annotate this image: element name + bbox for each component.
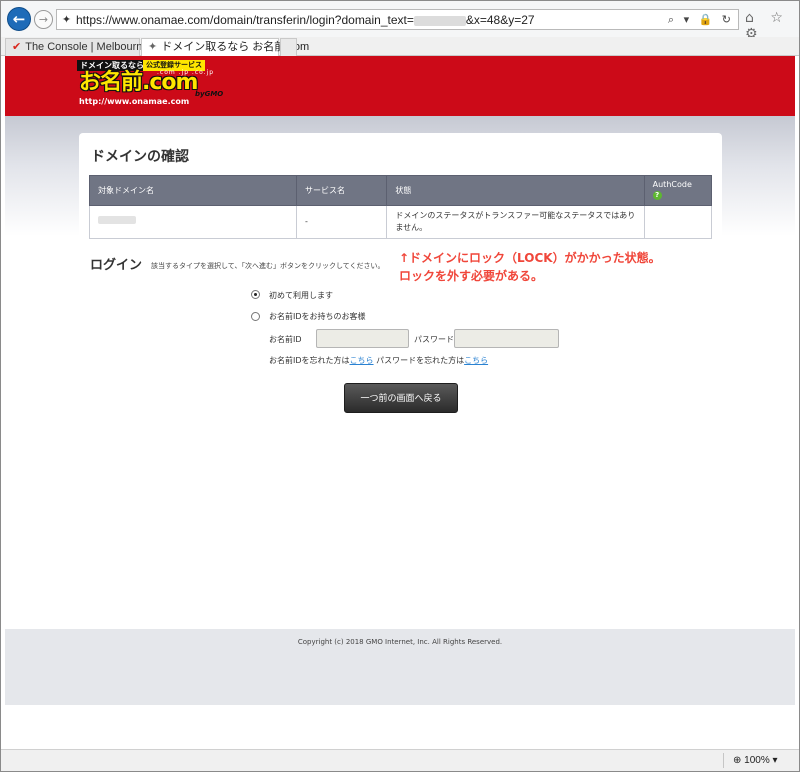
content-panel: ドメインの確認 対象ドメイン名 サービス名 状態 AuthCode? - ドメイ… — [79, 133, 722, 629]
annotation-line-2: ロックを外す必要がある。 — [399, 269, 544, 283]
status-separator — [723, 753, 724, 768]
tab-onamae[interactable]: ✦ ドメイン取るなら お名前.com — [141, 38, 309, 56]
onamae-id-input[interactable] — [316, 329, 409, 348]
help-icon[interactable]: ? — [652, 191, 662, 200]
redacted-domain — [413, 15, 466, 26]
tab-melbourne-it[interactable]: ✔ The Console | Melbourne IT — [5, 38, 161, 56]
forgot-password-link[interactable]: こちら — [464, 356, 488, 365]
back-button[interactable]: ← — [7, 7, 31, 31]
radio-existing-customer[interactable] — [251, 312, 260, 321]
site-favicon-icon: ✦ — [148, 41, 158, 53]
site-header: ドメイン取るなら 公式登録サービス .com .jp .co.jp お名前.co… — [5, 56, 795, 116]
page-footer: Copyright (c) 2018 GMO Internet, Inc. Al… — [5, 629, 795, 705]
cell-domain — [89, 205, 297, 239]
url-text[interactable]: https://www.onamae.com/domain/transferin… — [76, 13, 535, 27]
onamae-logo[interactable]: ドメイン取るなら 公式登録サービス .com .jp .co.jp お名前.co… — [77, 60, 237, 110]
login-description: 該当するタイプを選択して、「次へ進む」ボタンをクリックしてください。 — [151, 262, 385, 270]
checkmark-icon: ✔ — [12, 41, 22, 53]
column-header-service: サービス名 — [295, 175, 388, 206]
forgot-id-link[interactable]: こちら — [350, 356, 374, 365]
forgot-links: お名前IDを忘れた方はこちら パスワードを忘れた方はこちら — [269, 356, 489, 365]
redacted-domain — [98, 216, 136, 224]
column-header-status: 状態 — [386, 175, 645, 206]
onamae-id-label: お名前ID — [269, 335, 302, 344]
password-label: パスワード — [414, 335, 454, 344]
status-bar: ⊕ 100% ▾ — [1, 749, 799, 771]
page-title: ドメインの確認 — [91, 149, 189, 165]
table-header-row: 対象ドメイン名 サービス名 状態 AuthCode? — [89, 175, 713, 206]
forward-button[interactable]: → — [34, 10, 53, 29]
arrow-left-icon: ← — [12, 10, 26, 28]
domain-table: 対象ドメイン名 サービス名 状態 AuthCode? - ドメインのステータスが… — [89, 175, 713, 239]
cell-status: ドメインのステータスがトランスファー可能なステータスではありません。 — [386, 205, 645, 239]
table-row: - ドメインのステータスがトランスファー可能なステータスではありません。 — [89, 205, 713, 239]
cell-authcode — [643, 205, 713, 239]
radio-first-time[interactable] — [251, 290, 260, 299]
zoom-control[interactable]: ⊕ 100% ▾ — [733, 755, 778, 766]
radio-first-time-label[interactable]: 初めて利用します — [269, 290, 333, 301]
copyright-text: Copyright (c) 2018 GMO Internet, Inc. Al… — [297, 638, 503, 646]
logo-url: http://www.onamae.com — [79, 97, 190, 106]
annotation-line-1: ↑ドメインにロック（LOCK）がかかった状態。 — [399, 251, 661, 265]
login-heading: ログイン — [90, 258, 143, 273]
address-bar-tools[interactable]: ⌕ ▾ 🔒 ↻ — [668, 13, 734, 27]
password-input[interactable] — [454, 329, 559, 348]
address-toolbar: ← → ✦ https://www.onamae.com/domain/tran… — [1, 1, 799, 42]
annotation-note: ↑ドメインにロック（LOCK）がかかった状態。 ロックを外す必要がある。 — [399, 249, 661, 285]
radio-existing-customer-label[interactable]: お名前IDをお持ちのお客様 — [269, 311, 366, 322]
browser-window: ← → ✦ https://www.onamae.com/domain/tran… — [0, 0, 800, 772]
logo-wordmark: お名前.com — [79, 70, 198, 95]
column-header-domain: 対象ドメイン名 — [89, 175, 297, 206]
address-bar[interactable]: ✦ https://www.onamae.com/domain/transfer… — [56, 9, 739, 30]
cell-service: - — [295, 205, 388, 239]
logo-gmo: byGMO — [195, 90, 224, 98]
tab-strip: ✔ The Console | Melbourne IT ✦ ドメイン取るなら お名… — [1, 37, 799, 56]
new-tab-button[interactable] — [280, 38, 297, 56]
arrow-right-icon: → — [38, 13, 49, 26]
column-header-authcode: AuthCode? — [643, 175, 713, 206]
back-button-page[interactable]: 一つ前の画面へ戻る — [344, 383, 458, 413]
magnifier-icon: ⊕ — [733, 755, 742, 766]
site-favicon-icon: ✦ — [61, 13, 72, 26]
